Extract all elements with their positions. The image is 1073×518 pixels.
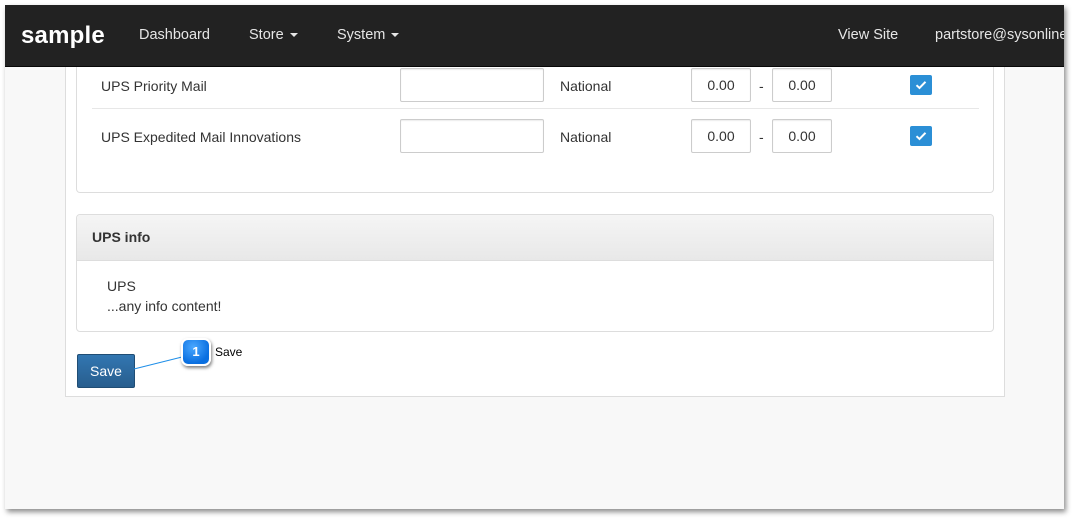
shipping-methods-box: UPS Priority Mail National 0.00 - 0.00 U…	[76, 67, 994, 193]
app-window: sample Dashboard Store System View Site …	[5, 5, 1064, 509]
method-label-input[interactable]	[400, 119, 544, 153]
checkmark-icon	[915, 132, 927, 141]
max-price-input[interactable]: 0.00	[772, 68, 832, 102]
min-price-input[interactable]: 0.00	[691, 119, 751, 153]
panel-title: UPS info	[92, 229, 151, 245]
method-label-input[interactable]	[400, 68, 544, 102]
checkmark-icon	[915, 81, 927, 90]
method-name: UPS Priority Mail	[101, 78, 207, 94]
panel-heading: UPS info	[77, 215, 993, 261]
range-separator: -	[759, 78, 764, 94]
save-button[interactable]: Save	[77, 354, 135, 388]
nav-dashboard[interactable]: Dashboard	[139, 27, 210, 43]
range-separator: -	[759, 129, 764, 145]
brand-logo[interactable]: sample	[21, 22, 105, 50]
enabled-checkbox[interactable]	[910, 126, 932, 146]
max-price-input[interactable]: 0.00	[772, 119, 832, 153]
nav-system[interactable]: System	[337, 27, 400, 43]
caret-down-icon	[289, 33, 298, 38]
min-price-input[interactable]: 0.00	[691, 68, 751, 102]
method-zone: National	[560, 129, 612, 145]
method-zone: National	[560, 78, 612, 94]
top-navbar: sample Dashboard Store System View Site …	[5, 5, 1064, 67]
method-name: UPS Expedited Mail Innovations	[101, 129, 301, 145]
callout-number-badge: 1	[181, 338, 211, 366]
nav-store[interactable]: Store	[249, 27, 298, 43]
row-divider	[92, 108, 979, 109]
caret-down-icon	[391, 33, 400, 38]
info-text-line: ...any info content!	[107, 298, 222, 314]
ups-info-panel: UPS info UPS ...any info content!	[76, 214, 994, 332]
nav-user-account[interactable]: partstore@sysonline	[935, 27, 1064, 43]
nav-view-site[interactable]: View Site	[838, 27, 898, 43]
info-text-line: UPS	[107, 278, 136, 294]
callout-label: Save	[215, 345, 243, 359]
nav-store-label: Store	[249, 27, 284, 43]
enabled-checkbox[interactable]	[910, 75, 932, 95]
nav-system-label: System	[337, 27, 386, 43]
